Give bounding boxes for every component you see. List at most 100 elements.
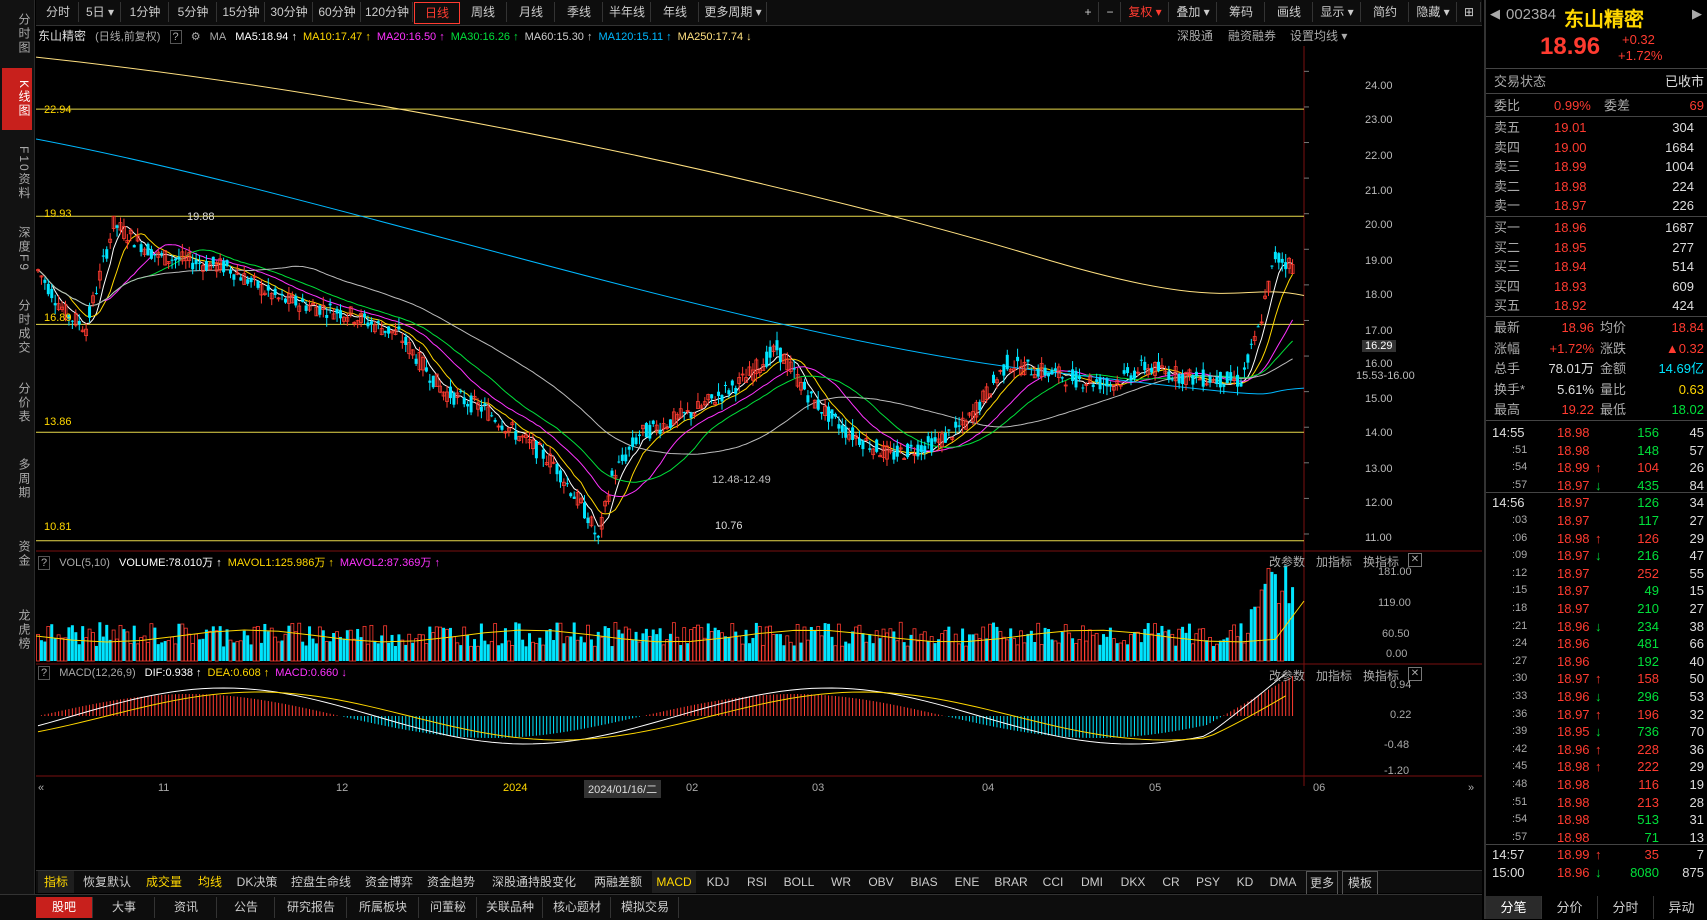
- close-icon[interactable]: ✕: [1408, 553, 1422, 567]
- zoom-in-button[interactable]: +: [1078, 2, 1099, 22]
- tab-hk-holding[interactable]: 深股通持股变化: [484, 871, 584, 893]
- period-quarterly[interactable]: 季线: [556, 2, 603, 22]
- sidebar-tab-depth[interactable]: 深度F9: [2, 218, 32, 280]
- tab-dma[interactable]: DMA: [1264, 871, 1302, 893]
- simple-button[interactable]: 简约: [1362, 2, 1409, 22]
- tab-control-line[interactable]: 控盘生命线: [286, 871, 356, 893]
- sidebar-tab-trades[interactable]: 分时成交: [2, 292, 32, 362]
- bids-row[interactable]: 买四 18.93 609: [1494, 277, 1704, 296]
- tab-psy[interactable]: PSY: [1190, 871, 1226, 893]
- bids-row[interactable]: 买三 18.94 514: [1494, 257, 1704, 276]
- edit-params-button[interactable]: 改参数: [1269, 667, 1305, 684]
- prev-stock-icon[interactable]: ◀: [1490, 6, 1500, 22]
- bids-row[interactable]: 买一 18.96 1687: [1494, 218, 1704, 237]
- period-30min[interactable]: 30分钟: [266, 2, 313, 22]
- help-icon[interactable]: ?: [38, 556, 51, 570]
- sidebar-tab-price-table[interactable]: 分价表: [2, 375, 32, 430]
- rp-tab-intraday[interactable]: 分时: [1598, 896, 1654, 919]
- period-intraday[interactable]: 分时: [38, 2, 79, 22]
- hide-dropdown[interactable]: 隐藏 ▾: [1410, 2, 1457, 22]
- period-5day[interactable]: 5日 ▾: [80, 2, 121, 22]
- hk-connect-button[interactable]: 深股通: [1177, 27, 1213, 44]
- bids-row[interactable]: 买五 18.92 424: [1494, 296, 1704, 315]
- tab-capital-game[interactable]: 资金博弈: [360, 871, 418, 893]
- tab-dkx[interactable]: DKX: [1114, 871, 1152, 893]
- settings-gear-icon[interactable]: ⚙: [191, 31, 201, 43]
- bottom-tab-sectors[interactable]: 所属板块: [348, 897, 419, 918]
- period-daily[interactable]: 日线: [414, 2, 460, 24]
- bottom-tab-announcements[interactable]: 公告: [218, 897, 275, 918]
- tab-bias[interactable]: BIAS: [904, 871, 944, 893]
- rp-tab-alerts[interactable]: 异动: [1654, 896, 1707, 919]
- layout-icon[interactable]: ⊞: [1458, 2, 1481, 22]
- tab-wr[interactable]: WR: [824, 871, 858, 893]
- bottom-tab-themes[interactable]: 核心题材: [544, 897, 611, 918]
- sidebar-tab-multi-period[interactable]: 多周期: [2, 448, 32, 510]
- scroll-right-icon[interactable]: »: [1468, 782, 1474, 794]
- edit-params-button[interactable]: 改参数: [1269, 553, 1305, 570]
- next-stock-icon[interactable]: ▶: [1692, 6, 1702, 22]
- period-60min[interactable]: 60分钟: [314, 2, 361, 22]
- bottom-tab-related[interactable]: 关联品种: [478, 897, 543, 918]
- overlay-dropdown[interactable]: 叠加 ▾: [1170, 2, 1217, 22]
- ma-settings-button[interactable]: 设置均线 ▾: [1290, 27, 1347, 44]
- bottom-tab-sim-trade[interactable]: 模拟交易: [612, 897, 679, 918]
- bottom-tab-forum[interactable]: 股吧: [36, 897, 93, 918]
- tab-capital-trend[interactable]: 资金趋势: [422, 871, 480, 893]
- tab-macd[interactable]: MACD: [652, 871, 696, 893]
- tab-rsi[interactable]: RSI: [740, 871, 774, 893]
- tab-kdj[interactable]: KDJ: [700, 871, 736, 893]
- asks-row[interactable]: 卖四 19.00 1684: [1494, 138, 1704, 157]
- bottom-tab-research[interactable]: 研究报告: [276, 897, 347, 918]
- asks-row[interactable]: 卖二 18.98 224: [1494, 177, 1704, 196]
- tab-restore-default[interactable]: 恢复默认: [78, 871, 136, 893]
- tab-margin-diff[interactable]: 两融差额: [588, 871, 648, 893]
- asks-row[interactable]: 卖一 18.97 226: [1494, 196, 1704, 215]
- tab-dk[interactable]: DK决策: [232, 871, 282, 893]
- tab-ene[interactable]: ENE: [948, 871, 986, 893]
- chips-button[interactable]: 筹码: [1218, 2, 1265, 22]
- sidebar-tab-kline[interactable]: K线图: [2, 68, 32, 130]
- period-weekly[interactable]: 周线: [460, 2, 507, 22]
- bottom-tab-ask-secretary[interactable]: 问董秘: [420, 897, 477, 918]
- period-more[interactable]: 更多周期 ▾: [700, 2, 767, 22]
- adjust-dropdown[interactable]: 复权 ▾: [1122, 2, 1169, 22]
- tab-template[interactable]: 模板: [1342, 871, 1378, 895]
- asks-row[interactable]: 卖三 18.99 1004: [1494, 157, 1704, 176]
- tab-dmi[interactable]: DMI: [1074, 871, 1110, 893]
- tab-cci[interactable]: CCI: [1036, 871, 1070, 893]
- help-icon[interactable]: ?: [169, 30, 182, 44]
- scroll-left-icon[interactable]: «: [38, 782, 44, 794]
- tab-ma[interactable]: 均线: [192, 871, 228, 893]
- margin-button[interactable]: 融资融券: [1228, 27, 1276, 44]
- add-indicator-button[interactable]: 加指标: [1316, 553, 1352, 570]
- sidebar-tab-capital[interactable]: 资金: [2, 530, 32, 578]
- period-halfyear[interactable]: 半年线: [604, 2, 651, 22]
- period-15min[interactable]: 15分钟: [218, 2, 265, 22]
- tab-cr[interactable]: CR: [1156, 871, 1186, 893]
- tab-indicator[interactable]: 指标: [38, 871, 74, 893]
- period-yearly[interactable]: 年线: [652, 2, 699, 22]
- add-indicator-button[interactable]: 加指标: [1316, 667, 1352, 684]
- bottom-tab-news[interactable]: 资讯: [156, 897, 217, 918]
- period-1min[interactable]: 1分钟: [122, 2, 169, 22]
- period-120min[interactable]: 120分钟: [362, 2, 413, 22]
- help-icon[interactable]: ?: [38, 666, 51, 680]
- period-5min[interactable]: 5分钟: [170, 2, 217, 22]
- kline-chart-area[interactable]: [36, 46, 1482, 868]
- period-monthly[interactable]: 月线: [508, 2, 555, 22]
- tab-brar[interactable]: BRAR: [990, 871, 1032, 893]
- sidebar-tab-f10[interactable]: F10资料: [2, 142, 32, 204]
- tab-kd[interactable]: KD: [1230, 871, 1260, 893]
- bottom-tab-events[interactable]: 大事: [94, 897, 155, 918]
- bids-row[interactable]: 买二 18.95 277: [1494, 238, 1704, 257]
- draw-button[interactable]: 画线: [1266, 2, 1313, 22]
- sidebar-tab-intraday[interactable]: 分时图: [2, 8, 32, 60]
- zoom-out-button[interactable]: −: [1100, 2, 1121, 22]
- tab-more[interactable]: 更多: [1306, 871, 1338, 895]
- rp-tab-price-dist[interactable]: 分价: [1542, 896, 1598, 919]
- display-dropdown[interactable]: 显示 ▾: [1314, 2, 1361, 22]
- sidebar-tab-dragon-tiger[interactable]: 龙虎榜: [2, 600, 32, 660]
- tab-obv[interactable]: OBV: [862, 871, 900, 893]
- rp-tab-ticks[interactable]: 分笔: [1486, 896, 1542, 919]
